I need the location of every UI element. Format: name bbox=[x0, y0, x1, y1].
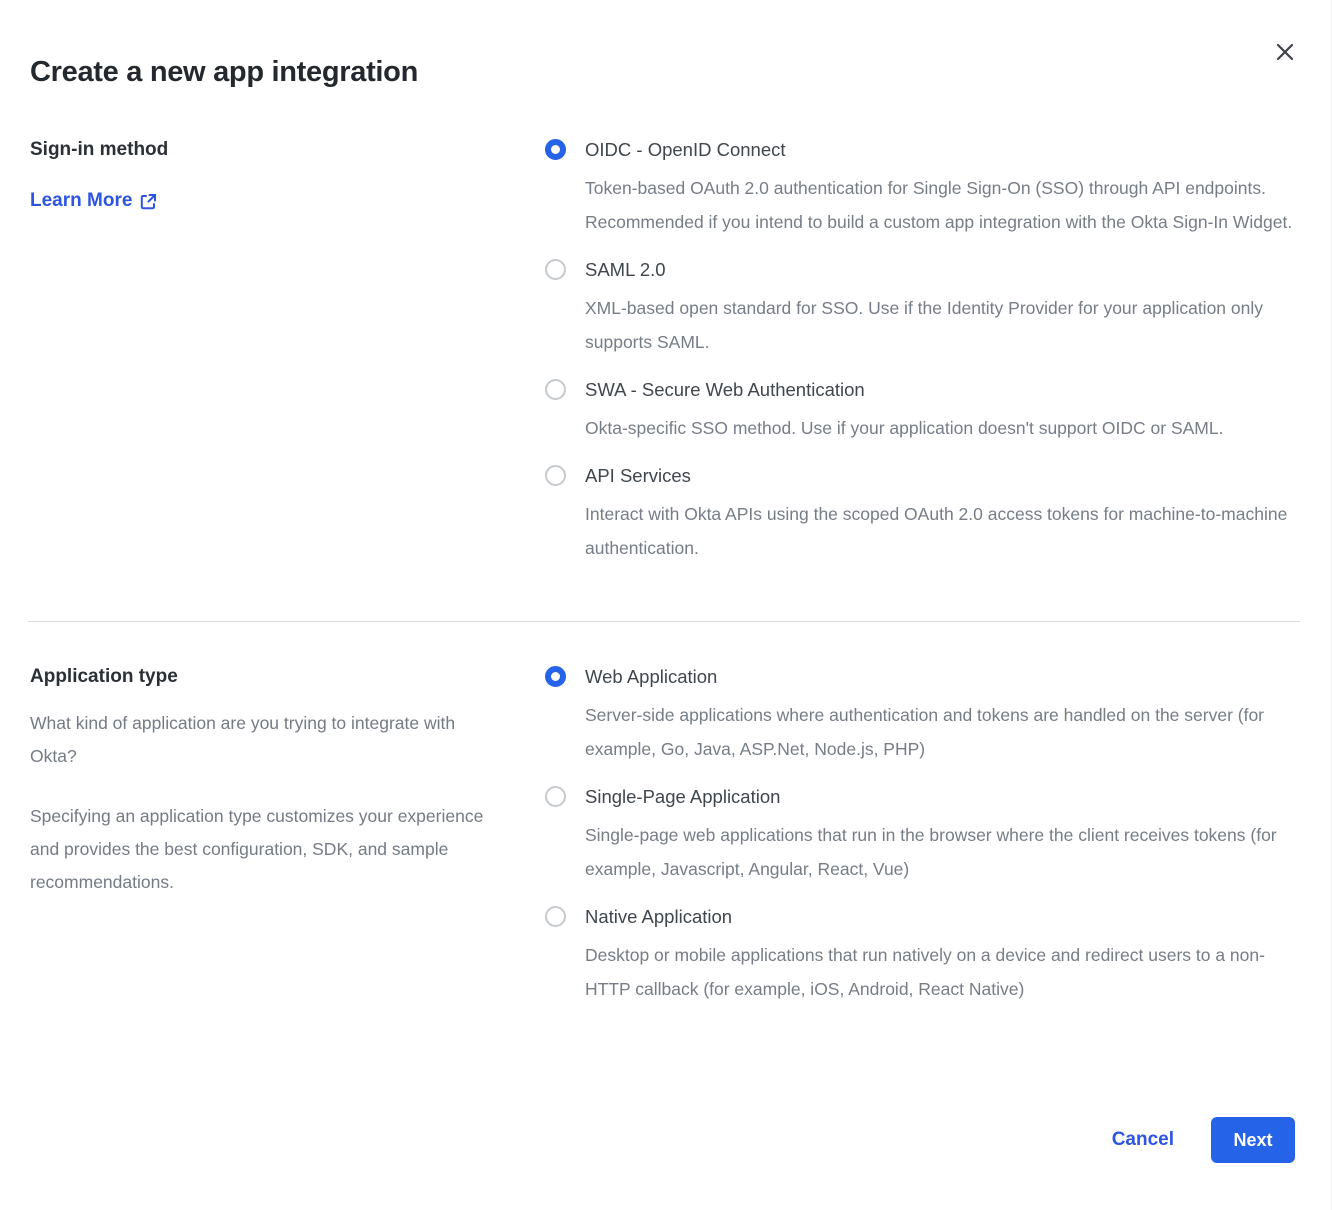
option-description: Desktop or mobile applications that run … bbox=[585, 938, 1295, 1006]
close-icon bbox=[1275, 42, 1295, 62]
radio-button[interactable] bbox=[545, 379, 566, 400]
option-label: OIDC - OpenID Connect bbox=[585, 137, 1295, 162]
option-description: Interact with Okta APIs using the scoped… bbox=[585, 497, 1295, 565]
option-label: Web Application bbox=[585, 664, 1295, 689]
next-button[interactable]: Next bbox=[1211, 1117, 1295, 1163]
application-type-section: Application type What kind of applicatio… bbox=[30, 664, 1295, 1006]
option-label: SWA - Secure Web Authentication bbox=[585, 377, 1223, 402]
radio-option-web-application[interactable]: Web Application Server-side applications… bbox=[545, 664, 1295, 766]
page-title: Create a new app integration bbox=[30, 56, 1295, 89]
close-button[interactable] bbox=[1271, 38, 1299, 66]
radio-button[interactable] bbox=[545, 906, 566, 927]
option-label: API Services bbox=[585, 463, 1295, 488]
radio-option-single-page-application[interactable]: Single-Page Application Single-page web … bbox=[545, 784, 1295, 886]
option-description: Server-side applications where authentic… bbox=[585, 698, 1295, 766]
dialog-footer: Cancel Next bbox=[1112, 1117, 1295, 1163]
radio-option-saml[interactable]: SAML 2.0 XML-based open standard for SSO… bbox=[545, 257, 1295, 359]
option-description: Okta-specific SSO method. Use if your ap… bbox=[585, 411, 1223, 445]
radio-button[interactable] bbox=[545, 666, 566, 687]
option-label: SAML 2.0 bbox=[585, 257, 1295, 282]
application-type-label: Application type bbox=[30, 664, 515, 689]
learn-more-link[interactable]: Learn More bbox=[30, 188, 157, 213]
option-description: Token-based OAuth 2.0 authentication for… bbox=[585, 171, 1295, 239]
radio-option-api-services[interactable]: API Services Interact with Okta APIs usi… bbox=[545, 463, 1295, 565]
create-app-integration-dialog: Create a new app integration Sign-in met… bbox=[0, 0, 1332, 1210]
radio-button[interactable] bbox=[545, 786, 566, 807]
radio-option-oidc[interactable]: OIDC - OpenID Connect Token-based OAuth … bbox=[545, 137, 1295, 239]
learn-more-label: Learn More bbox=[30, 188, 132, 213]
radio-button[interactable] bbox=[545, 465, 566, 486]
option-label: Native Application bbox=[585, 904, 1295, 929]
radio-option-native-application[interactable]: Native Application Desktop or mobile app… bbox=[545, 904, 1295, 1006]
external-link-icon bbox=[140, 191, 157, 210]
radio-button[interactable] bbox=[545, 139, 566, 160]
signin-method-section: Sign-in method Learn More OIDC - OpenID … bbox=[30, 137, 1295, 565]
application-type-help-text: Specifying an application type customize… bbox=[30, 800, 505, 899]
option-label: Single-Page Application bbox=[585, 784, 1295, 809]
cancel-button[interactable]: Cancel bbox=[1112, 1129, 1174, 1151]
section-divider bbox=[28, 621, 1300, 622]
option-description: Single-page web applications that run in… bbox=[585, 818, 1295, 886]
application-type-question: What kind of application are you trying … bbox=[30, 707, 505, 773]
signin-method-label: Sign-in method bbox=[30, 137, 515, 162]
radio-button[interactable] bbox=[545, 259, 566, 280]
option-description: XML-based open standard for SSO. Use if … bbox=[585, 291, 1295, 359]
radio-option-swa[interactable]: SWA - Secure Web Authentication Okta-spe… bbox=[545, 377, 1295, 445]
